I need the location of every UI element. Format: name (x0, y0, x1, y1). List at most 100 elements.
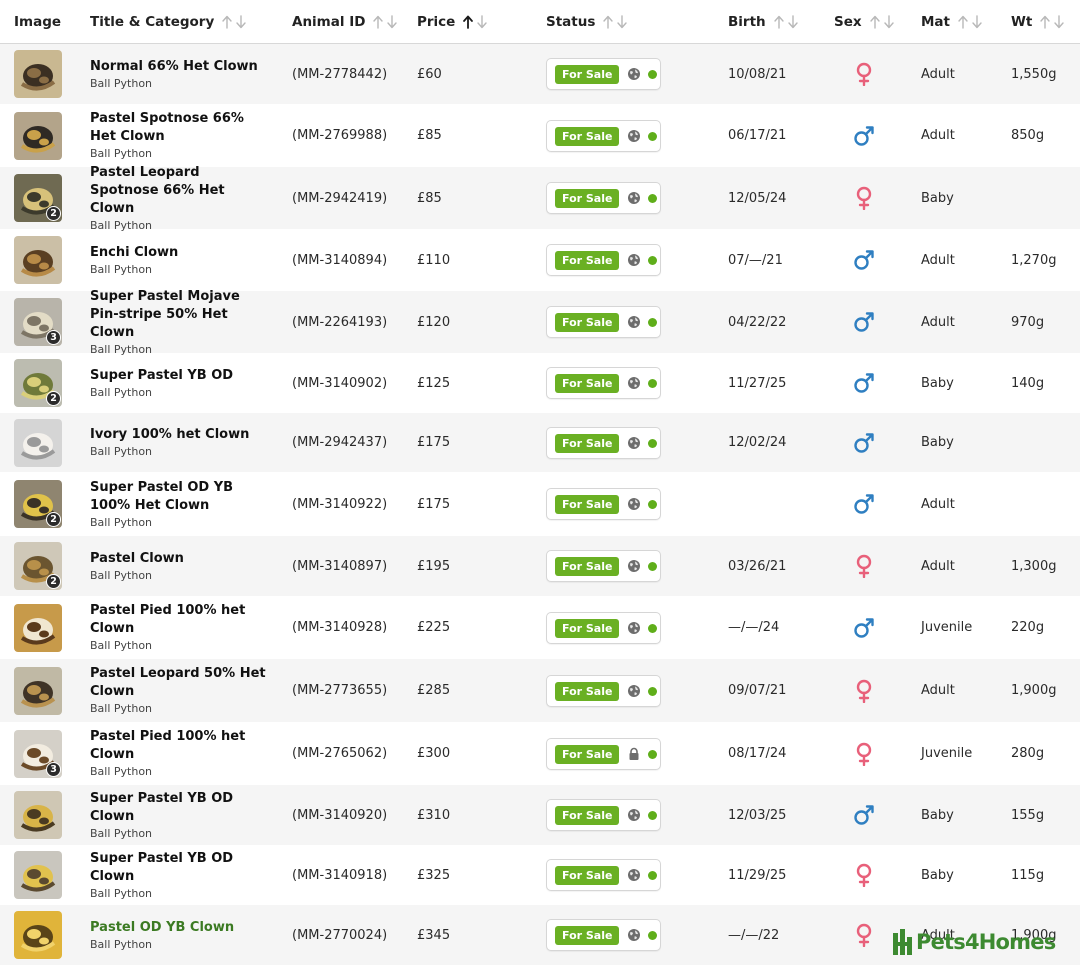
title-category-cell: Super Pastel OD YB 100% Het Clown Ball Py… (90, 472, 270, 536)
status-dropdown[interactable]: For Sale (546, 738, 661, 770)
table-row[interactable]: Normal 66% Het Clown Ball Python (MM-27784… (0, 44, 1080, 104)
animal-category: Ball Python (90, 76, 153, 90)
animal-thumbnail[interactable]: 3 (14, 298, 62, 346)
for-sale-badge: For Sale (555, 433, 620, 453)
animal-title-link[interactable]: Pastel Pied 100% het Clown (90, 728, 270, 764)
title-category-cell: Super Pastel YB OD Ball Python (90, 353, 270, 413)
sort-ascending-icon[interactable] (462, 14, 490, 30)
status-dropdown[interactable]: For Sale (546, 675, 661, 707)
animal-title-link[interactable]: Pastel Clown (90, 550, 270, 568)
table-row[interactable]: Pastel Pied 100% het Clown Ball Python (MM… (0, 596, 1080, 659)
animal-thumbnail[interactable] (14, 911, 62, 959)
status-dropdown[interactable]: For Sale (546, 244, 661, 276)
column-header-wt[interactable]: Wt (1011, 0, 1067, 44)
table-row[interactable]: 3 Super Pastel Mojave Pin-stripe 50% Het … (0, 288, 1080, 356)
animal-title-link[interactable]: Super Pastel OD YB 100% Het Clown (90, 479, 270, 515)
animal-thumbnail[interactable]: 2 (14, 174, 62, 222)
maturity: Adult (921, 252, 955, 268)
column-header-label: Price (417, 14, 456, 30)
status-dropdown[interactable]: For Sale (546, 182, 661, 214)
column-header-sex[interactable]: Sex (834, 0, 897, 44)
table-row[interactable]: 3 Pastel Pied 100% het Clown Ball Python (M… (0, 722, 1080, 785)
weight: 1,300g (1011, 558, 1057, 574)
globe-icon (627, 621, 641, 635)
sort-toggle-icon[interactable] (957, 14, 985, 30)
status-dropdown[interactable]: For Sale (546, 550, 661, 582)
animal-title-link[interactable]: Pastel Leopard Spotnose 66% Het Clown (90, 164, 270, 218)
animal-thumbnail[interactable] (14, 851, 62, 899)
sort-toggle-icon[interactable] (221, 14, 249, 30)
animal-thumbnail[interactable]: 2 (14, 359, 62, 407)
birth-date: 08/17/24 (728, 746, 787, 761)
animal-category: Ball Python (90, 385, 153, 399)
for-sale-badge: For Sale (555, 312, 620, 332)
animal-category: Ball Python (90, 515, 153, 529)
table-row[interactable]: Super Pastel YB OD Clown Ball Python (MM-3… (0, 845, 1080, 905)
animal-title-link[interactable]: Pastel Spotnose 66% Het Clown (90, 110, 270, 146)
sort-toggle-icon[interactable] (602, 14, 630, 30)
table-row[interactable]: Ivory 100% het Clown Ball Python (MM-29424… (0, 413, 1080, 472)
animal-thumbnail[interactable] (14, 236, 62, 284)
animal-title-link[interactable]: Super Pastel YB OD (90, 367, 270, 385)
status-dropdown[interactable]: For Sale (546, 120, 661, 152)
title-category-cell: Pastel Spotnose 66% Het Clown Ball Python (90, 104, 270, 167)
animal-title-link[interactable]: Pastel Pied 100% het Clown (90, 602, 270, 638)
table-row[interactable]: 2 Pastel Clown Ball Python (MM-3140897) £195… (0, 536, 1080, 596)
status-dropdown[interactable]: For Sale (546, 367, 661, 399)
animal-thumbnail[interactable]: 2 (14, 480, 62, 528)
table-row[interactable]: Super Pastel YB OD Clown Ball Python (MM-3… (0, 785, 1080, 845)
column-header-price[interactable]: Price (417, 0, 490, 44)
table-row[interactable]: Enchi Clown Ball Python (MM-3140894) £110 Fo… (0, 229, 1080, 291)
column-header-title-category[interactable]: Title & Category (90, 0, 249, 44)
globe-icon (627, 808, 641, 822)
column-header-mat[interactable]: Mat (921, 0, 985, 44)
for-sale-badge: For Sale (555, 618, 620, 638)
sort-toggle-icon[interactable] (1039, 14, 1067, 30)
status-dropdown[interactable]: For Sale (546, 919, 661, 951)
brand-logo-text: Pets4Homes (916, 930, 1056, 954)
animal-title-link[interactable]: Enchi Clown (90, 244, 270, 262)
sort-toggle-icon[interactable] (372, 14, 400, 30)
animal-thumbnail[interactable]: 3 (14, 730, 62, 778)
table-row[interactable]: 2 Super Pastel OD YB 100% Het Clown Ball P… (0, 472, 1080, 536)
animal-thumbnail[interactable]: 2 (14, 542, 62, 590)
animal-title-link[interactable]: Normal 66% Het Clown (90, 58, 270, 76)
column-header-animal-id[interactable]: Animal ID (292, 0, 400, 44)
maturity: Juvenile (921, 746, 973, 761)
animal-title-link[interactable]: Pastel Leopard 50% Het Clown (90, 665, 270, 701)
animal-title-link[interactable]: Super Pastel YB OD Clown (90, 850, 270, 886)
birth-date: 06/17/21 (728, 128, 787, 143)
animal-thumbnail[interactable] (14, 791, 62, 839)
title-category-cell: Normal 66% Het Clown Ball Python (90, 44, 270, 104)
status-dropdown[interactable]: For Sale (546, 859, 661, 891)
sort-toggle-icon[interactable] (773, 14, 801, 30)
status-dropdown[interactable]: For Sale (546, 612, 661, 644)
maturity: Baby (921, 375, 954, 391)
status-dropdown[interactable]: For Sale (546, 306, 661, 338)
column-header-label: Animal ID (292, 14, 366, 30)
animal-thumbnail[interactable] (14, 50, 62, 98)
globe-icon (627, 684, 641, 698)
table-row[interactable]: 2 Pastel Leopard Spotnose 66% Het Clown Ba… (0, 164, 1080, 232)
column-header-status[interactable]: Status (546, 0, 630, 44)
table-row[interactable]: 2 Super Pastel YB OD Ball Python (MM-314090… (0, 353, 1080, 413)
table-row[interactable]: Pastel Leopard 50% Het Clown Ball Python (… (0, 659, 1080, 722)
animal-title-link[interactable]: Super Pastel YB OD Clown (90, 790, 270, 826)
for-sale-badge: For Sale (555, 805, 620, 825)
sort-toggle-icon[interactable] (869, 14, 897, 30)
status-dropdown[interactable]: For Sale (546, 58, 661, 90)
maturity: Adult (921, 128, 955, 143)
male-symbol-icon (850, 229, 878, 291)
column-header-birth[interactable]: Birth (728, 0, 801, 44)
animal-thumbnail[interactable] (14, 604, 62, 652)
animal-title-link[interactable]: Super Pastel Mojave Pin-stripe 50% Het C… (90, 288, 270, 342)
status-dropdown[interactable]: For Sale (546, 488, 661, 520)
status-dropdown[interactable]: For Sale (546, 427, 661, 459)
table-row[interactable]: Pastel Spotnose 66% Het Clown Ball Python… (0, 104, 1080, 167)
animal-thumbnail[interactable] (14, 419, 62, 467)
animal-thumbnail[interactable] (14, 667, 62, 715)
animal-title-link[interactable]: Ivory 100% het Clown (90, 426, 270, 444)
status-dropdown[interactable]: For Sale (546, 799, 661, 831)
animal-thumbnail[interactable] (14, 112, 62, 160)
animal-title-link[interactable]: Pastel OD YB Clown (90, 919, 270, 937)
